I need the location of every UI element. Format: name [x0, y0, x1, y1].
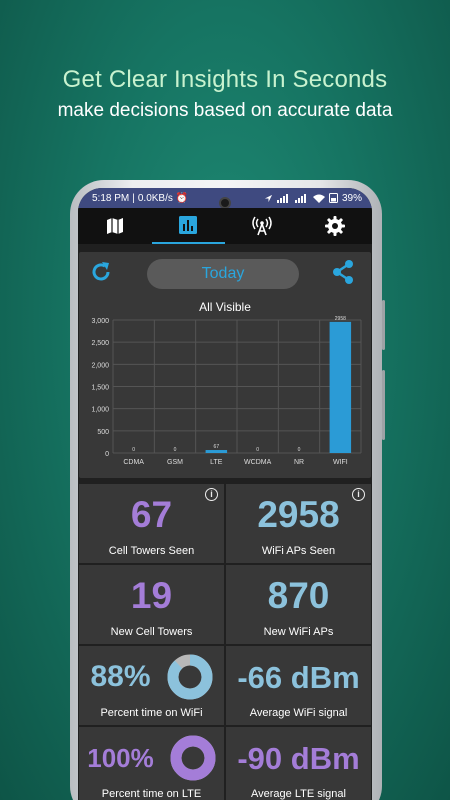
share-icon[interactable]: [331, 259, 355, 285]
bar-value-label: 0: [256, 447, 259, 453]
bar-chart-icon: [179, 216, 198, 234]
cell-towers-seen-value: 67: [130, 494, 173, 535]
y-tick-label: 2,500: [91, 340, 109, 347]
promo-subtitle: make decisions based on accurate data: [57, 100, 393, 121]
y-tick-label: 3,000: [91, 318, 109, 325]
wifi-icon: [312, 194, 325, 203]
refresh-icon[interactable]: [89, 260, 113, 284]
battery-icon: [328, 193, 338, 203]
period-selector[interactable]: Today: [147, 259, 299, 289]
bar-chart: 0 500 1,000 1,500 2,000 2,500 3,000 0 CDMA 0 GSM 67…: [91, 316, 362, 466]
lte-donut: [170, 735, 216, 781]
antenna-icon: [252, 216, 272, 236]
bar-value-label: 0: [298, 447, 301, 453]
signal-icon-2: [294, 193, 306, 203]
stat-percent-wifi: 88% Percent time on WiFi: [79, 646, 224, 725]
avg-wifi-signal-value: -66 dBm: [237, 660, 360, 695]
donut-fill: [170, 735, 216, 781]
donut-fill: [167, 654, 213, 700]
y-tick-label: 500: [97, 429, 109, 436]
stats-grid: 67 Cell Towers Seen i 2958 WiFi APs Seen…: [79, 484, 371, 800]
location-icon: [264, 194, 273, 202]
tab-bar: [78, 208, 372, 244]
battery-level: 39%: [341, 192, 362, 204]
new-cell-towers-value: 19: [130, 575, 173, 616]
stat-avg-wifi-signal: -66 dBm Average WiFi signal: [226, 646, 371, 725]
stat-percent-lte: 100% Percent time on LTE: [79, 727, 224, 800]
percent-lte-value: 100%: [87, 742, 154, 773]
tab-statistics[interactable]: [151, 208, 225, 244]
stat-avg-lte-signal: -90 dBm Average LTE signal: [226, 727, 371, 800]
avg-lte-signal-label: Average LTE signal: [251, 788, 346, 800]
percent-lte-label: Percent time on LTE: [101, 788, 202, 800]
promo-title: Get Clear Insights In Seconds: [62, 66, 388, 93]
x-tick-label: NR: [294, 459, 304, 466]
stat-cell-towers-seen: 67 Cell Towers Seen i: [79, 484, 224, 563]
bar-value-label: 2958: [335, 316, 346, 322]
x-tick-label: GSM: [167, 459, 183, 466]
bar-value-label: 0: [174, 447, 177, 453]
percent-wifi-label: Percent time on WiFi: [100, 707, 203, 719]
stat-new-wifi-aps: 870 New WiFi APs: [226, 565, 371, 644]
status-time: 5:18 PM: [92, 192, 130, 204]
signal-icon: [276, 193, 288, 203]
bar-value-label: 0: [132, 447, 135, 453]
cell-towers-seen-label: Cell Towers Seen: [108, 545, 195, 557]
bar: [329, 321, 352, 453]
info-icon[interactable]: i: [205, 488, 218, 501]
new-wifi-aps-label: New WiFi APs: [263, 626, 334, 638]
wifi-aps-seen-label: WiFi APs Seen: [261, 545, 336, 557]
stat-wifi-aps-seen: 2958 WiFi APs Seen i: [226, 484, 371, 563]
y-tick-label: 1,500: [91, 385, 109, 392]
wifi-aps-seen-value: 2958: [257, 494, 340, 535]
new-wifi-aps-value: 870: [267, 575, 330, 616]
wifi-donut: [167, 654, 213, 700]
y-tick-label: 2,000: [91, 362, 109, 369]
avg-lte-signal-value: -90 dBm: [237, 741, 360, 776]
x-tick-label: CDMA: [123, 459, 144, 466]
chart-panel: Today All Visible 0 500 1,000 1,500 2,000 2,5…: [79, 252, 371, 478]
stat-new-cell-towers: 19 New Cell Towers: [79, 565, 224, 644]
tab-settings[interactable]: [299, 208, 373, 244]
x-tick-label: WIFI: [333, 459, 348, 466]
x-tick-label: WCDMA: [244, 459, 272, 466]
new-cell-towers-label: New Cell Towers: [110, 626, 193, 638]
avg-wifi-signal-label: Average WiFi signal: [249, 707, 348, 719]
y-tick-label: 0: [105, 451, 109, 458]
gear-icon: [325, 216, 346, 236]
status-speed: 0.0KB/s: [137, 192, 173, 204]
x-tick-label: LTE: [210, 459, 223, 466]
info-icon[interactable]: i: [352, 488, 365, 501]
bar-value-label: 67: [214, 444, 220, 450]
tab-signal[interactable]: [225, 208, 299, 244]
tab-map[interactable]: [78, 208, 152, 244]
app-screen: 5:18 PM | 0.0KB/s ⏰ 39% Today All Visibl…: [78, 188, 372, 800]
y-tick-label: 1,000: [91, 407, 109, 414]
percent-wifi-value: 88%: [90, 660, 151, 693]
chart-title: All Visible: [199, 300, 251, 314]
map-icon: [106, 218, 123, 234]
bar: [205, 450, 228, 453]
status-bar: 5:18 PM | 0.0KB/s ⏰ 39%: [78, 188, 372, 209]
alarm-icon: ⏰: [175, 192, 189, 204]
